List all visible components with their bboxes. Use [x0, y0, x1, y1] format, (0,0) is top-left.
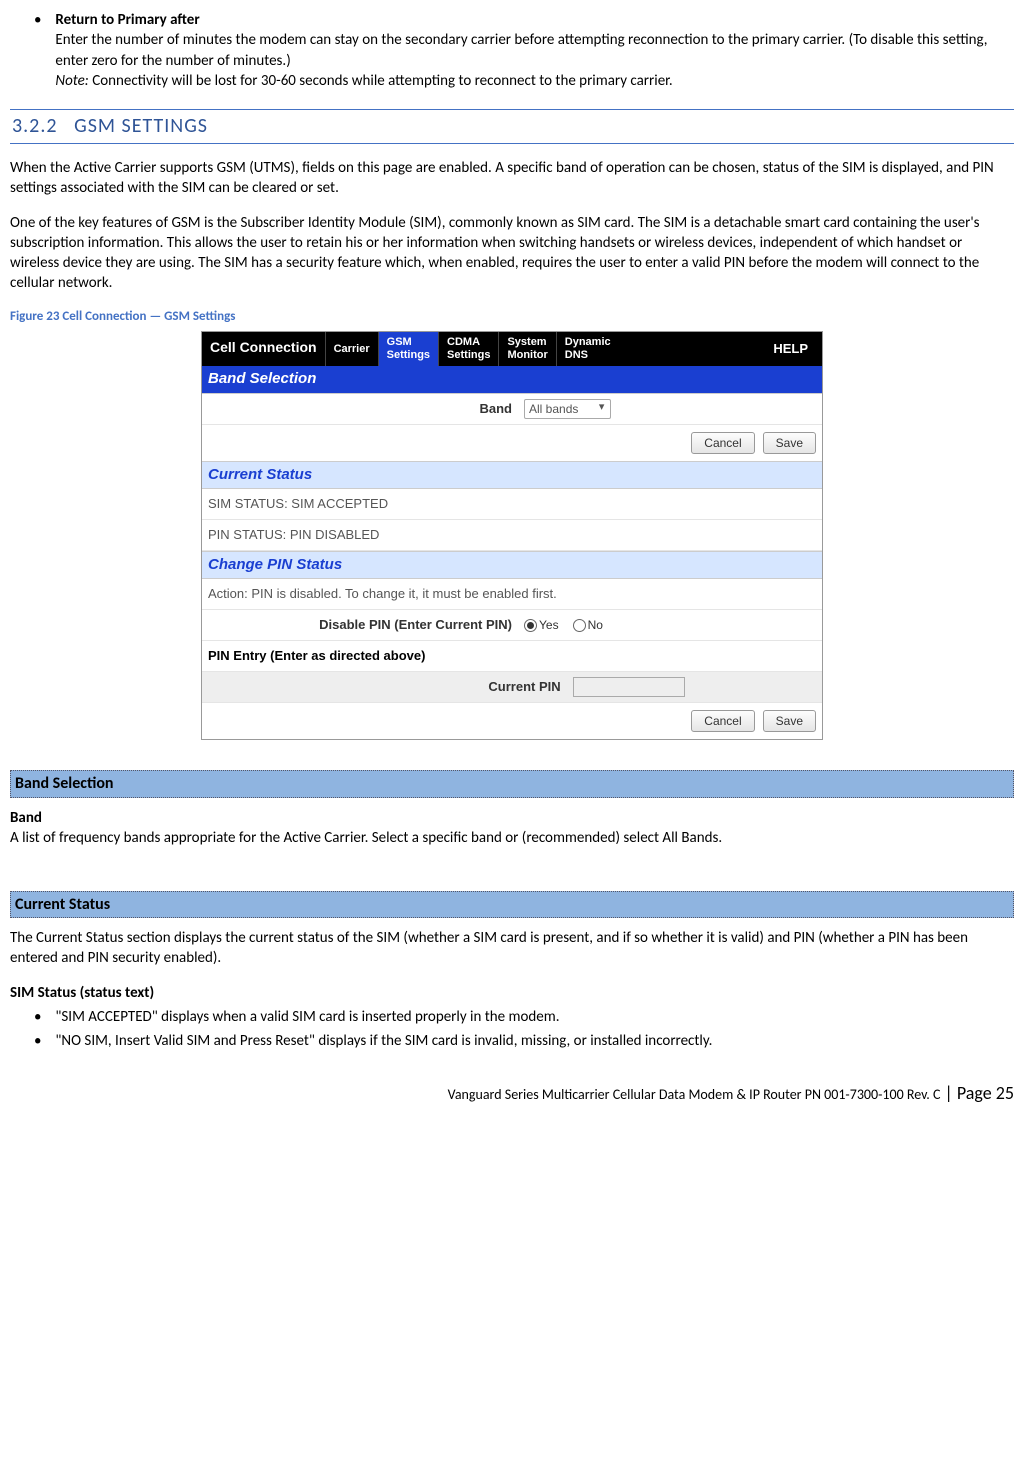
- current-status-header: Current Status: [202, 461, 822, 489]
- bullet-content: Return to Primary after Enter the number…: [55, 10, 1013, 91]
- band-selection-subheader: Band Selection: [10, 770, 1014, 798]
- band-selection-header: Band Selection: [202, 366, 822, 393]
- sim-status-value: SIM STATUS: SIM ACCEPTED: [208, 495, 388, 513]
- band-label: Band: [208, 400, 524, 418]
- band-desc: A list of frequency bands appropriate fo…: [10, 829, 722, 847]
- pin-status-value: PIN STATUS: PIN DISABLED: [208, 526, 379, 544]
- disable-pin-yes-radio[interactable]: [524, 619, 537, 632]
- yes-label: Yes: [539, 617, 559, 633]
- sim-status-bullet-2: • "NO SIM, Insert Valid SIM and Press Re…: [34, 1031, 1014, 1051]
- sim-status-bullet-1: • "SIM ACCEPTED" displays when a valid S…: [34, 1007, 1014, 1027]
- change-pin-status-header: Change PIN Status: [202, 551, 822, 579]
- footer-page: | Page 25: [940, 1082, 1014, 1104]
- return-to-primary-bullet: • Return to Primary after Enter the numb…: [34, 10, 1014, 91]
- band-save-button[interactable]: Save: [763, 432, 816, 454]
- tab-dynamic-dns[interactable]: Dynamic DNS: [556, 332, 619, 366]
- band-row: Band All bands: [202, 394, 822, 425]
- disable-pin-label: Disable PIN (Enter Current PIN): [208, 616, 524, 634]
- return-to-primary-desc: Enter the number of minutes the modem ca…: [55, 31, 987, 69]
- tab-gsm-settings[interactable]: GSM Settings: [378, 332, 438, 366]
- band-selection-block: Band A list of frequency bands appropria…: [10, 808, 1014, 849]
- current-status-p: The Current Status section displays the …: [10, 928, 1014, 969]
- screenshot-tabs: Cell Connection Carrier GSM Settings CDM…: [202, 332, 822, 366]
- band-buttons-row: Cancel Save: [202, 425, 822, 461]
- note-label: Note:: [55, 72, 88, 90]
- band-select[interactable]: All bands: [524, 399, 611, 419]
- tab-help[interactable]: HELP: [759, 332, 822, 366]
- current-pin-row: Current PIN: [202, 672, 822, 703]
- section-heading: 3.2.2 GSM SETTINGS: [10, 109, 1014, 144]
- section-p2: One of the key features of GSM is the Su…: [10, 213, 1014, 294]
- band-cancel-button[interactable]: Cancel: [691, 432, 754, 454]
- pin-save-button[interactable]: Save: [763, 710, 816, 732]
- section-title: GSM SETTINGS: [74, 114, 208, 138]
- pin-cancel-button[interactable]: Cancel: [691, 710, 754, 732]
- band-term: Band: [10, 809, 42, 827]
- bullet-dot: •: [34, 1031, 52, 1051]
- section-p1: When the Active Carrier supports GSM (UT…: [10, 158, 1014, 199]
- action-text: Action: PIN is disabled. To change it, i…: [208, 585, 557, 603]
- current-pin-input[interactable]: [573, 677, 685, 697]
- pin-entry-header: PIN Entry (Enter as directed above): [208, 647, 425, 665]
- section-number: 3.2.2: [12, 114, 58, 138]
- gsm-settings-screenshot: Cell Connection Carrier GSM Settings CDM…: [201, 331, 823, 740]
- screenshot-title: Cell Connection: [202, 332, 325, 366]
- disable-pin-no-radio[interactable]: [573, 619, 586, 632]
- no-label: No: [588, 617, 603, 633]
- bullet-dot: •: [34, 10, 52, 30]
- note-text: Connectivity will be lost for 30-60 seco…: [89, 72, 673, 90]
- tab-carrier[interactable]: Carrier: [325, 332, 378, 366]
- footer-text: Vanguard Series Multicarrier Cellular Da…: [448, 1086, 941, 1103]
- figure-caption: Figure 23 Cell Connection — GSM Settings: [10, 308, 1014, 326]
- page-footer: Vanguard Series Multicarrier Cellular Da…: [10, 1081, 1014, 1105]
- tab-cdma-settings[interactable]: CDMA Settings: [438, 332, 498, 366]
- current-status-subheader: Current Status: [10, 891, 1014, 919]
- current-pin-label: Current PIN: [208, 678, 573, 696]
- no-sim-desc: "NO SIM, Insert Valid SIM and Press Rese…: [55, 1031, 1013, 1051]
- return-to-primary-title: Return to Primary after: [55, 11, 199, 29]
- tab-system-monitor[interactable]: System Monitor: [498, 332, 555, 366]
- bullet-dot: •: [34, 1007, 52, 1027]
- sim-status-term: SIM Status (status text): [10, 983, 1014, 1003]
- pin-buttons-row: Cancel Save: [202, 703, 822, 739]
- disable-pin-row: Disable PIN (Enter Current PIN) Yes No: [202, 610, 822, 641]
- figure-wrap: Cell Connection Carrier GSM Settings CDM…: [10, 331, 1014, 740]
- sim-accepted-desc: "SIM ACCEPTED" displays when a valid SIM…: [55, 1007, 1013, 1027]
